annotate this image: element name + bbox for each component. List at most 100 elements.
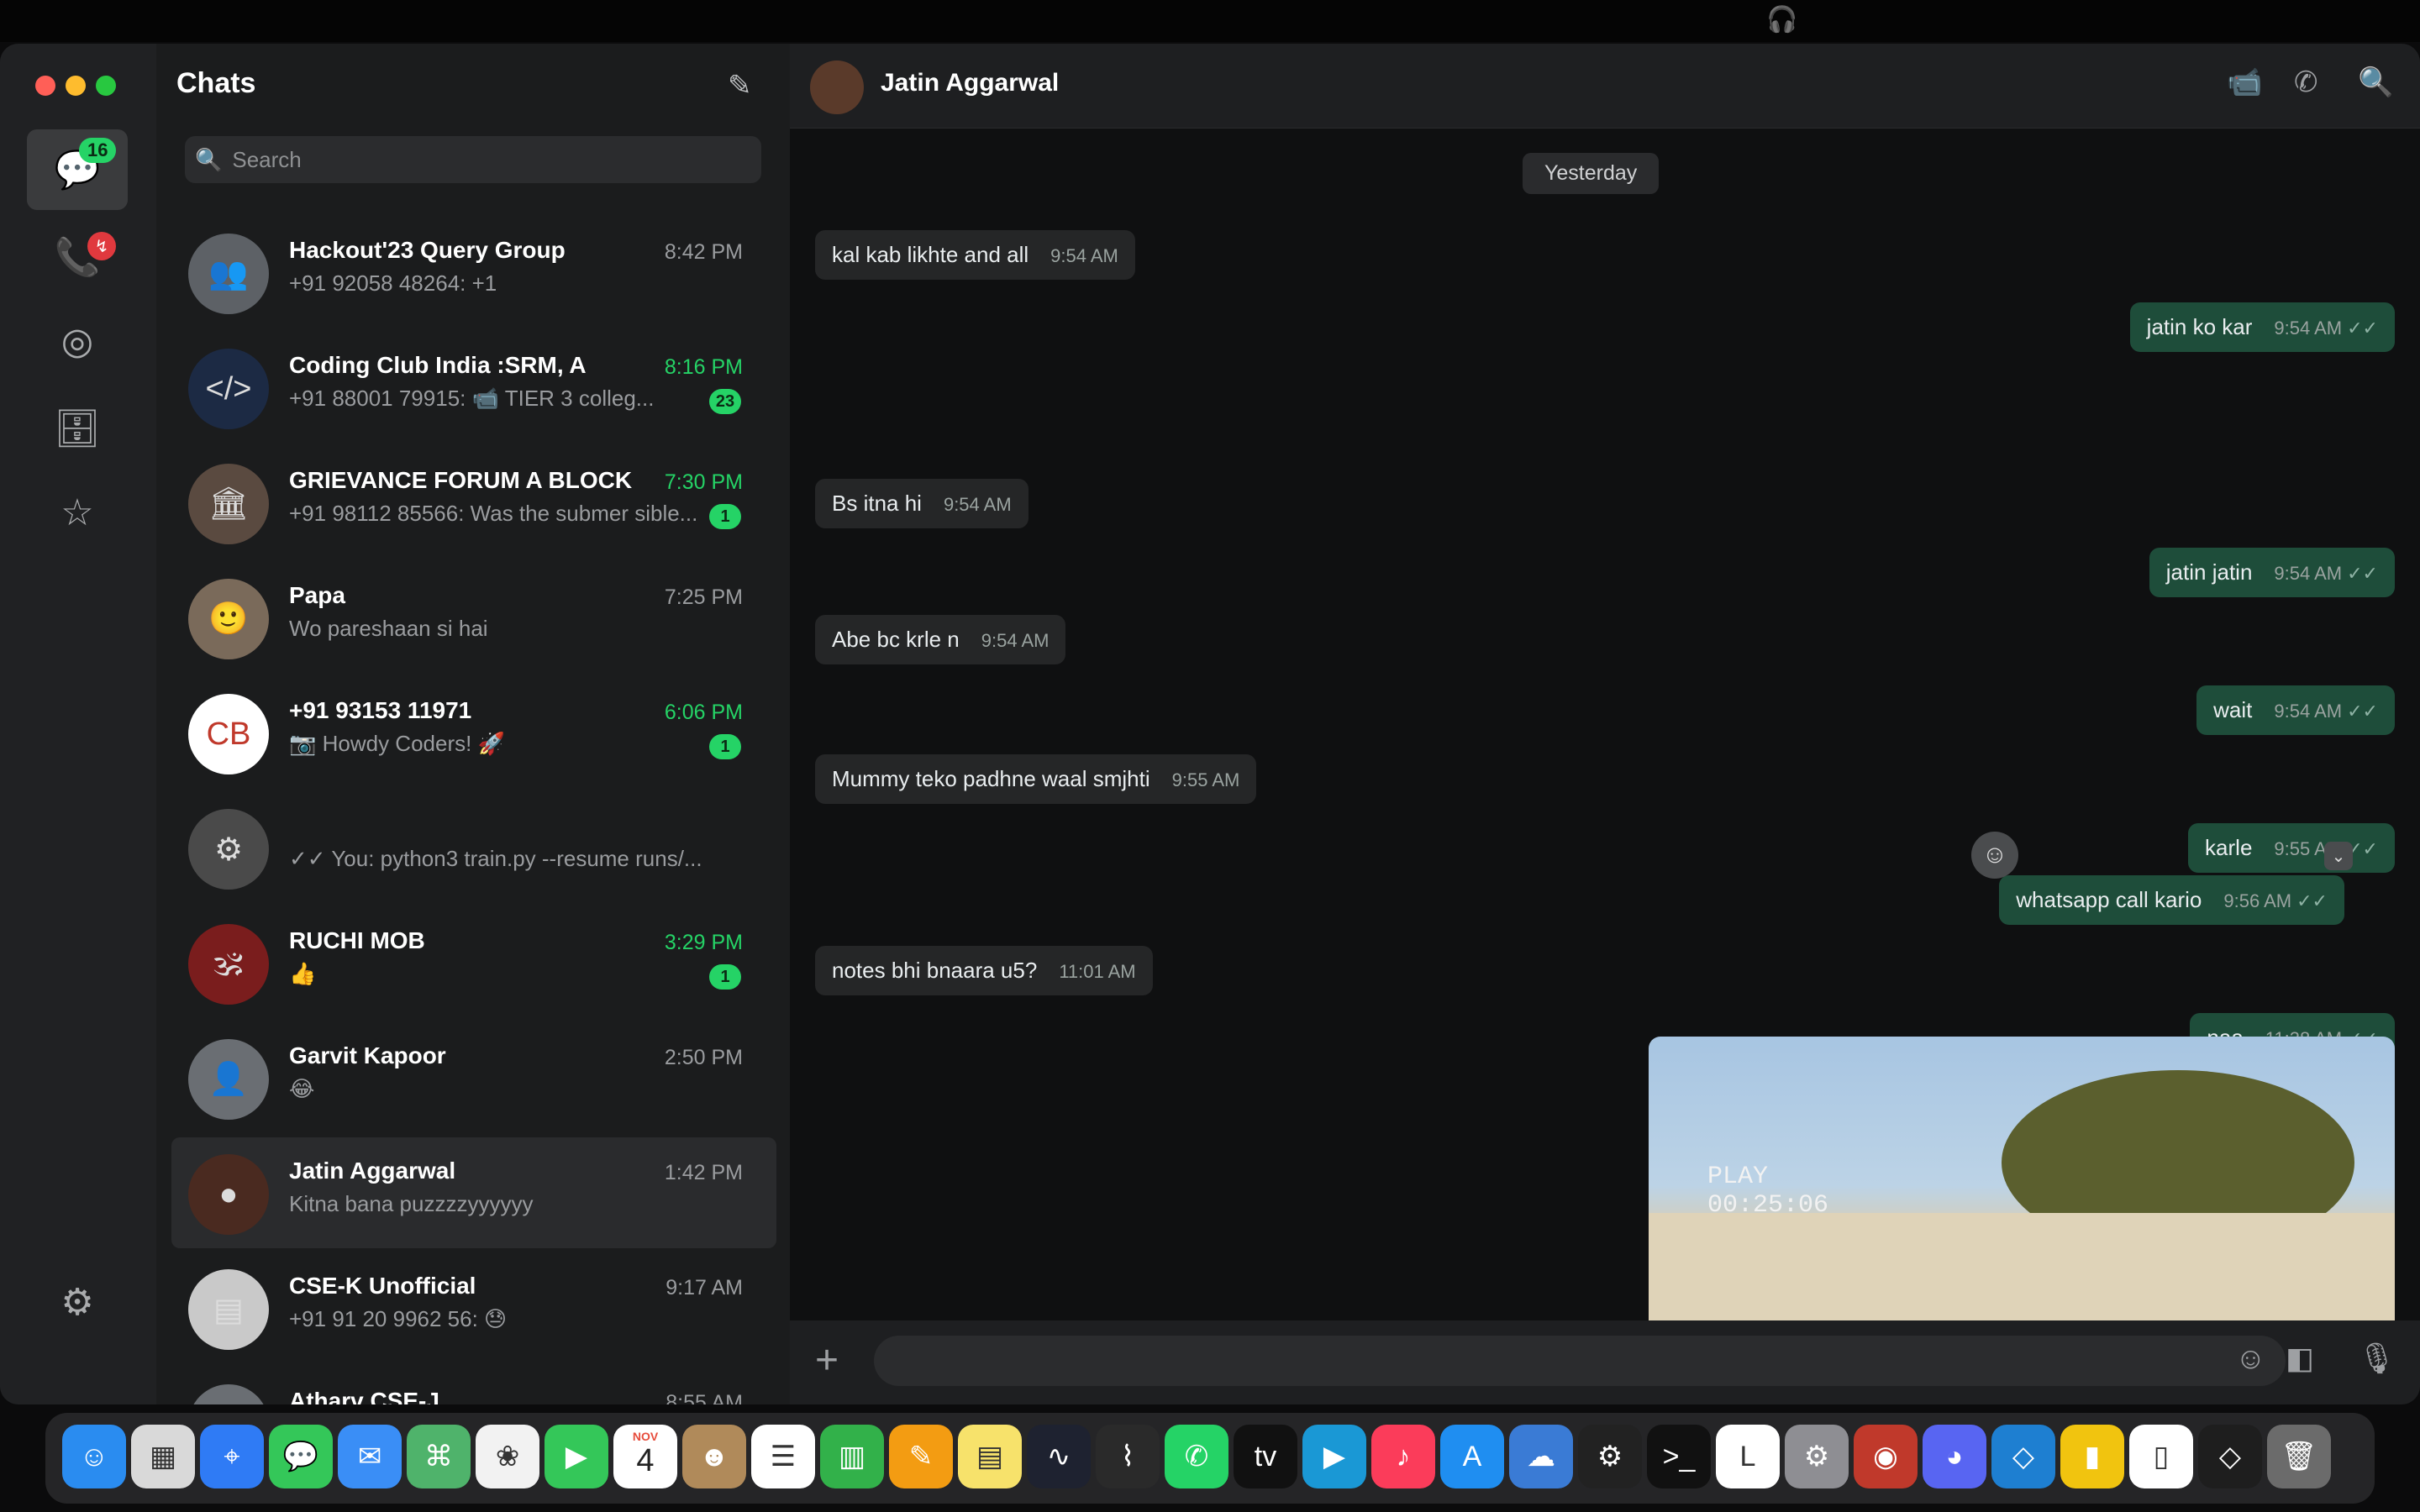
status-tab[interactable]: ◎ [27,301,128,381]
calendar-dock-icon[interactable]: NOV 4 [613,1425,677,1488]
message-text: kal kab likhte and all [832,242,1029,267]
chat-row[interactable]: ⚙ ✓✓ You: python3 train.py --resume runs/… [171,792,776,903]
safari-dock-icon[interactable]: ⌖ [200,1425,264,1488]
headphones-icon[interactable]: 🎧 [1766,5,1797,34]
discord-dock-icon[interactable]: ◕ [1923,1425,1986,1488]
notes-dock-icon[interactable]: ▤ [958,1425,1022,1488]
maps-dock-icon[interactable]: ⌘ [407,1425,471,1488]
chat-row[interactable]: </> Coding Club India :SRM, A +91 88001 79… [171,332,776,443]
chat-avatar: 🙂 [188,579,269,659]
reminders-dock-icon[interactable]: ☰ [751,1425,815,1488]
preview-dock-icon[interactable]: ▯ [2129,1425,2193,1488]
chat-time: 6:06 PM [664,701,743,724]
chat-avatar: 👥 [188,234,269,314]
search-messages-icon[interactable]: 🔍 [2358,66,2393,99]
chat-time: 8:55 AM [666,1391,743,1404]
outgoing-message[interactable]: wait 9:54 AM ✓✓ [2196,685,2395,735]
mail-dock-icon[interactable]: ✉ [338,1425,402,1488]
chat-row[interactable]: ▤ CSE-K Unofficial +91 91 20 9962 56: 😓 9:1… [171,1252,776,1363]
archive-icon: 🗄 [54,408,101,449]
new-chat-icon[interactable]: ✎ [728,69,752,102]
weather-dock-icon[interactable]: ☁ [1509,1425,1573,1488]
app-store-dock-icon[interactable]: A [1440,1425,1504,1488]
terminal-dock-icon[interactable]: >_ [1647,1425,1711,1488]
ticket-dock-icon[interactable]: ▮ [2060,1425,2124,1488]
incoming-message[interactable]: notes bhi bnaara u5? 11:01 AM [815,946,1153,995]
photo-booth-dock-icon[interactable]: ◉ [1854,1425,1918,1488]
system-settings-dock-icon[interactable]: ⚙ [1785,1425,1849,1488]
chat-avatar: 👤 [188,1384,269,1404]
contacts-dock-icon[interactable]: ☻ [682,1425,746,1488]
zoom-window-button[interactable] [96,76,116,96]
incoming-message[interactable]: kal kab likhte and all 9:54 AM [815,230,1135,280]
chat-time: 9:17 AM [666,1276,743,1299]
trash-dock-icon[interactable]: 🗑 [2267,1425,2331,1488]
chat-row[interactable]: 👥 Hackout'23 Query Group +91 92058 48264: … [171,217,776,328]
chat-row[interactable]: 👤 Garvit Kapoor 😂 2:50 PM [171,1022,776,1133]
outgoing-message[interactable]: whatsapp call kario 9:56 AM ✓✓ [1999,875,2344,925]
message-time: 9:54 AM [2274,318,2343,339]
contact-avatar[interactable] [810,60,864,114]
chat-row[interactable]: 🙂 Papa Wo pareshaan si hai 7:25 PM [171,562,776,673]
numbers-dock-icon[interactable]: ▥ [820,1425,884,1488]
chat-last-message: +91 88001 79915: 📹 TIER 3 colleg... [289,386,655,411]
settings-tab[interactable]: ⚙ [27,1262,128,1342]
code-small-dock-icon[interactable]: ◇ [2198,1425,2262,1488]
contact-name[interactable]: Jatin Aggarwal [881,69,1059,97]
incoming-message[interactable]: Bs itna hi 9:54 AM [815,479,1028,528]
logi-dock-icon[interactable]: L [1716,1425,1780,1488]
chat-unread-badge: 23 [709,389,741,414]
starred-tab[interactable]: ☆ [27,472,128,553]
outgoing-message[interactable]: karle 9:55 AM ✓✓ [2188,823,2395,873]
messages-dock-icon[interactable]: 💬 [269,1425,333,1488]
video-call-icon[interactable]: 📹 [2227,66,2262,99]
microphone-icon[interactable]: 🎙 [2358,1341,2396,1376]
read-receipt-icon: ✓✓ [2347,701,2378,722]
search-field[interactable]: 🔍 Search [185,136,761,183]
calls-tab[interactable]: 📞 ↯ [27,217,128,297]
emoji-icon[interactable]: ☺ [2235,1341,2266,1376]
pages-dock-icon[interactable]: ✎ [889,1425,953,1488]
music-dock-icon[interactable]: ♪ [1371,1425,1435,1488]
sticker-icon[interactable]: ◧ [2286,1341,2314,1376]
stocks-dock-icon[interactable]: ⌇ [1096,1425,1160,1488]
launchpad-dock-icon[interactable]: ▦ [131,1425,195,1488]
chat-row[interactable]: 🕉 RUCHI MOB 👍 3:29 PM 1 [171,907,776,1018]
emoji-reaction-icon[interactable]: ☺ [1971,832,2018,879]
close-window-button[interactable] [35,76,55,96]
tv-dock-icon[interactable]: tv [1234,1425,1297,1488]
attach-plus-icon[interactable]: + [815,1337,839,1383]
chat-last-message: Wo pareshaan si hai [289,616,488,641]
message-text: Bs itna hi [832,491,922,516]
facetime-dock-icon[interactable]: ▶ [544,1425,608,1488]
read-receipt-icon: ✓✓ [2347,563,2378,584]
chat-row[interactable]: ● Jatin Aggarwal Kitna bana puzzzzyyyyyy 1:… [171,1137,776,1248]
finder-dock-icon[interactable]: ☺ [62,1425,126,1488]
message-time: 9:55 AM [1171,769,1240,790]
voice-call-icon[interactable]: ✆ [2294,66,2318,99]
outgoing-message[interactable]: jatin ko kar 9:54 AM ✓✓ [2129,302,2395,352]
chat-row[interactable]: 👤 Atharv CSE-J 8:55 AM [171,1368,776,1404]
menu-bar: 🎧 [0,0,2420,42]
message-options-chevron-icon[interactable]: ⌄ [2324,842,2353,870]
video-message[interactable]: PLAY 00:25:06 [1649,1037,2395,1368]
status-icon: ◎ [60,320,94,362]
chat-last-message: 👍 [289,961,317,986]
freeform-dock-icon[interactable]: ∿ [1027,1425,1091,1488]
message-input[interactable] [874,1336,2286,1386]
incoming-message[interactable]: Abe bc krle n 9:54 AM [815,615,1066,664]
missed-call-badge-icon: ↯ [87,232,116,260]
photos-dock-icon[interactable]: ❀ [476,1425,539,1488]
incoming-message[interactable]: Mummy teko padhne waal smjhti 9:55 AM [815,754,1257,804]
vscode-dock-icon[interactable]: ◇ [1991,1425,2055,1488]
whatsapp-dock-icon[interactable]: ✆ [1165,1425,1228,1488]
chat-row[interactable]: 🏛 GRIEVANCE FORUM A BLOCK +91 98112 85566:… [171,447,776,558]
settings-alt-dock-icon[interactable]: ⚙ [1578,1425,1642,1488]
minimize-window-button[interactable] [66,76,86,96]
chats-tab[interactable]: 💬 16 [27,129,128,210]
chat-row[interactable]: CB +91 93153 11971 📷 Howdy Coders! 🚀 6:06 P… [171,677,776,788]
outgoing-message[interactable]: jatin jatin 9:54 AM ✓✓ [2149,548,2395,597]
archived-tab[interactable]: 🗄 [27,388,128,469]
prime-video-dock-icon[interactable]: ▶ [1302,1425,1366,1488]
message-text: notes bhi bnaara u5? [832,958,1038,983]
